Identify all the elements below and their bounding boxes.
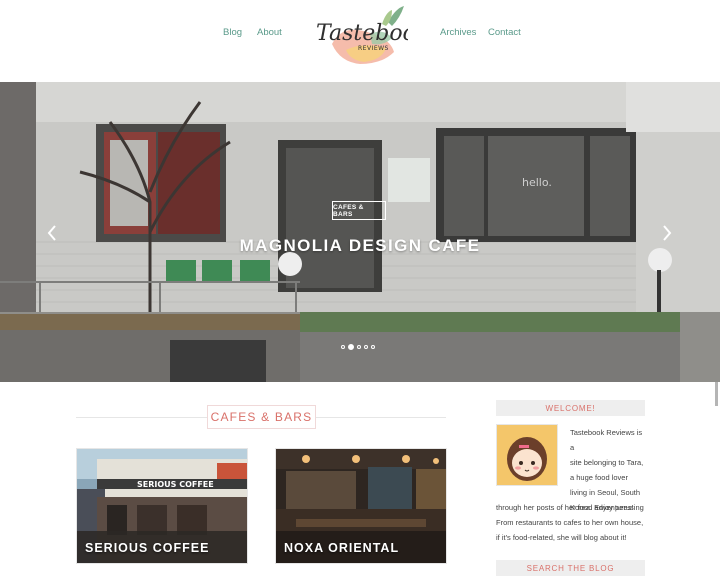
logo-graphic: Tastebook REVIEWS: [316, 6, 429, 64]
welcome-line: site belonging to Tara,: [570, 458, 644, 467]
welcome-line: if it's food-related, she will blog abou…: [496, 533, 627, 542]
hero-slider: hello. CAFES & BARS MAGNOLIA DESIGN CAFE: [0, 82, 720, 382]
chevron-left-icon: [47, 225, 56, 241]
hero-photo: hello.: [0, 82, 720, 382]
welcome-line: a huge food lover: [570, 473, 628, 482]
slider-next-arrow[interactable]: [661, 224, 675, 242]
search-widget-heading: SEARCH THE BLOG: [496, 560, 645, 576]
hero-title[interactable]: MAGNOLIA DESIGN CAFE: [0, 236, 720, 256]
section-heading[interactable]: CAFES & BARS: [207, 405, 316, 429]
chevron-right-icon: [663, 225, 672, 241]
slider-dot-active[interactable]: [348, 344, 354, 350]
welcome-line: Tastebook Reviews is a: [570, 428, 643, 452]
logo-tagline: REVIEWS: [358, 45, 389, 52]
welcome-line: living in Seoul, South: [570, 488, 641, 497]
welcome-line: through her posts of her food adventures…: [496, 503, 634, 512]
welcome-line: From restaurants to cafes to her own hou…: [496, 518, 644, 527]
welcome-widget-heading: WELCOME!: [496, 400, 645, 416]
nav-blog[interactable]: Blog: [223, 27, 242, 38]
post-card[interactable]: SERIOUS COFFEE SERIOUS COFFEE: [76, 448, 248, 564]
avatar-illustration: [497, 425, 557, 485]
slider-dot[interactable]: [364, 345, 368, 349]
welcome-text-full: through her posts of her food adventures…: [496, 500, 646, 545]
slider-dot[interactable]: [371, 345, 375, 349]
site-header: Blog About Tastebook REVIEWS Archives Co…: [0, 0, 720, 82]
slider-dots: [341, 344, 375, 350]
logo-name: Tastebook: [316, 21, 408, 46]
author-avatar: [496, 424, 558, 486]
slider-dot[interactable]: [357, 345, 361, 349]
window-sign: hello.: [522, 176, 552, 189]
scrollbar-thumb[interactable]: [715, 382, 718, 406]
slider-prev-arrow[interactable]: [46, 224, 60, 242]
svg-text:SERIOUS COFFEE: SERIOUS COFFEE: [137, 480, 214, 489]
site-logo[interactable]: Tastebook REVIEWS: [312, 4, 429, 66]
slider-dot[interactable]: [341, 345, 345, 349]
hero-category-tag[interactable]: CAFES & BARS: [332, 201, 386, 220]
nav-archives[interactable]: Archives: [440, 27, 476, 38]
nav-contact[interactable]: Contact: [488, 27, 521, 38]
nav-about[interactable]: About: [257, 27, 282, 38]
post-title[interactable]: SERIOUS COFFEE: [85, 541, 209, 555]
post-title[interactable]: NOXA ORIENTAL: [284, 541, 399, 555]
post-card[interactable]: NOXA ORIENTAL: [275, 448, 447, 564]
